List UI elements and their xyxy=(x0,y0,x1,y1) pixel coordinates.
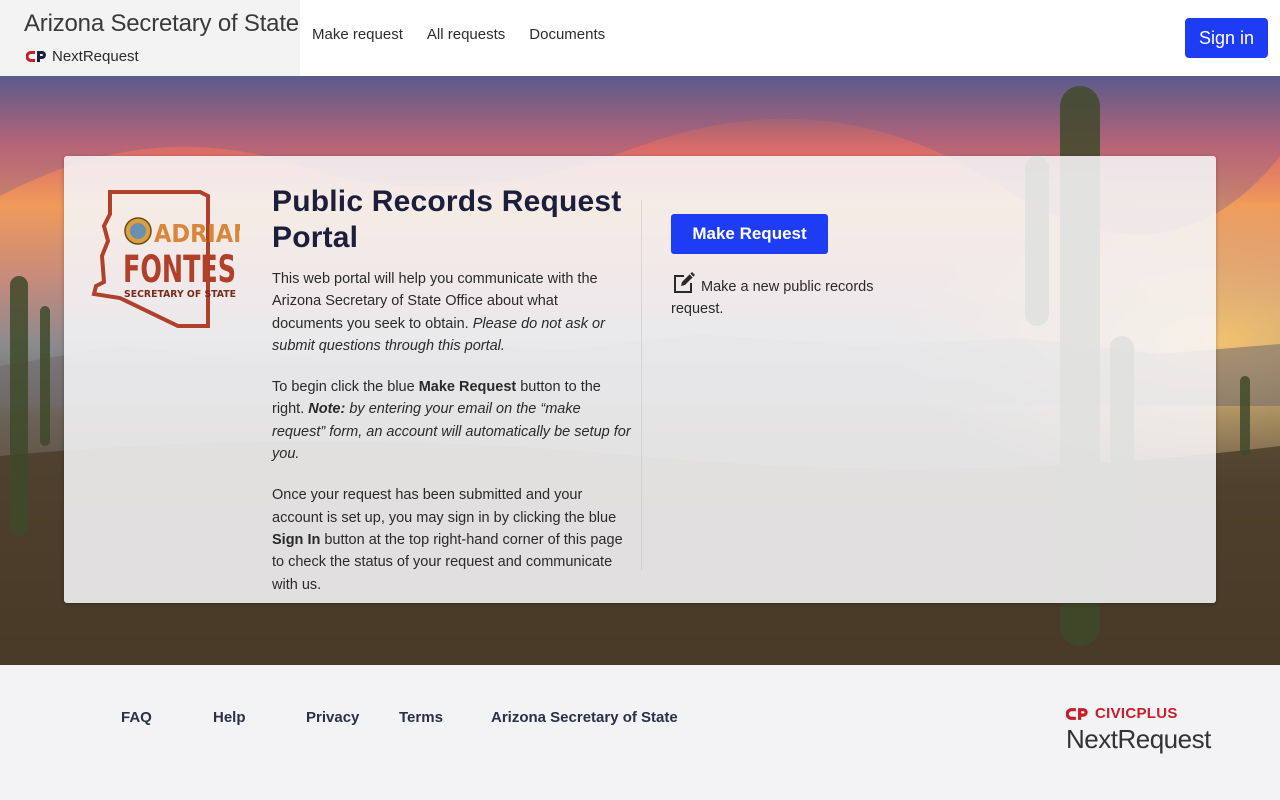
sign-in-ref: Sign In xyxy=(272,531,321,548)
nextrequest-label: NextRequest xyxy=(1066,724,1211,754)
page-title: Public Records Request Portal xyxy=(272,185,622,254)
sign-in-text-2: button at the top right-hand corner of t… xyxy=(272,531,623,593)
main-nav: Make request All requests Documents xyxy=(312,26,605,43)
sign-in-button[interactable]: Sign in xyxy=(1185,18,1268,58)
logo-line-1: ADRIAN xyxy=(154,219,240,248)
sign-in-paragraph: Once your request has been submitted and… xyxy=(272,484,632,595)
top-header: Arizona Secretary of State NextRequest M… xyxy=(0,0,1280,76)
footer-link-azsos[interactable]: Arizona Secretary of State xyxy=(491,709,678,726)
civicplus-label: CIVICPLUS xyxy=(1095,705,1178,722)
make-request-button[interactable]: Make Request xyxy=(671,214,828,254)
nav-documents[interactable]: Documents xyxy=(529,26,605,43)
footer-link-faq[interactable]: FAQ xyxy=(121,709,152,726)
instructions-button-ref: Make Request xyxy=(418,379,517,396)
brand-title[interactable]: Arizona Secretary of State xyxy=(24,10,299,38)
portal-intro: Public Records Request Portal This web p… xyxy=(272,184,632,615)
instructions-paragraph: To begin click the blue Make Request but… xyxy=(272,376,632,465)
civicplus-logo-icon xyxy=(25,50,47,63)
note-label: Note: xyxy=(308,401,346,418)
footer-link-help[interactable]: Help xyxy=(213,709,246,726)
nav-all-requests[interactable]: All requests xyxy=(427,26,505,43)
edit-icon xyxy=(671,270,697,294)
footer-link-privacy[interactable]: Privacy xyxy=(306,709,359,726)
intro-paragraph: This web portal will help you communicat… xyxy=(272,268,632,357)
brand-block[interactable]: Arizona Secretary of State NextRequest xyxy=(0,0,300,76)
brand-product-label: NextRequest xyxy=(52,48,139,65)
civicplus-icon xyxy=(1066,707,1088,720)
make-request-text: Make a new public records request. xyxy=(671,279,874,317)
footer-link-terms[interactable]: Terms xyxy=(399,709,443,726)
sign-in-text: Once your request has been submitted and… xyxy=(272,487,617,526)
instructions-text: To begin click the blue xyxy=(272,379,419,396)
civicplus-brand: CIVICPLUS xyxy=(1066,705,1211,722)
secretary-of-state-logo: ADRIAN FONTES SECRETARY OF STATE xyxy=(90,186,252,331)
logo-line-2: FONTES xyxy=(123,248,236,291)
brand-product: NextRequest xyxy=(25,48,139,65)
logo-line-3: SECRETARY OF STATE xyxy=(124,289,236,300)
footer: FAQ Help Privacy Terms Arizona Secretary… xyxy=(0,665,1280,800)
column-divider xyxy=(641,200,642,570)
make-request-description: Make a new public records request. xyxy=(671,270,901,320)
nav-make-request[interactable]: Make request xyxy=(312,26,403,43)
civicplus-nextrequest-logo[interactable]: CIVICPLUS NextRequest xyxy=(1066,705,1211,755)
